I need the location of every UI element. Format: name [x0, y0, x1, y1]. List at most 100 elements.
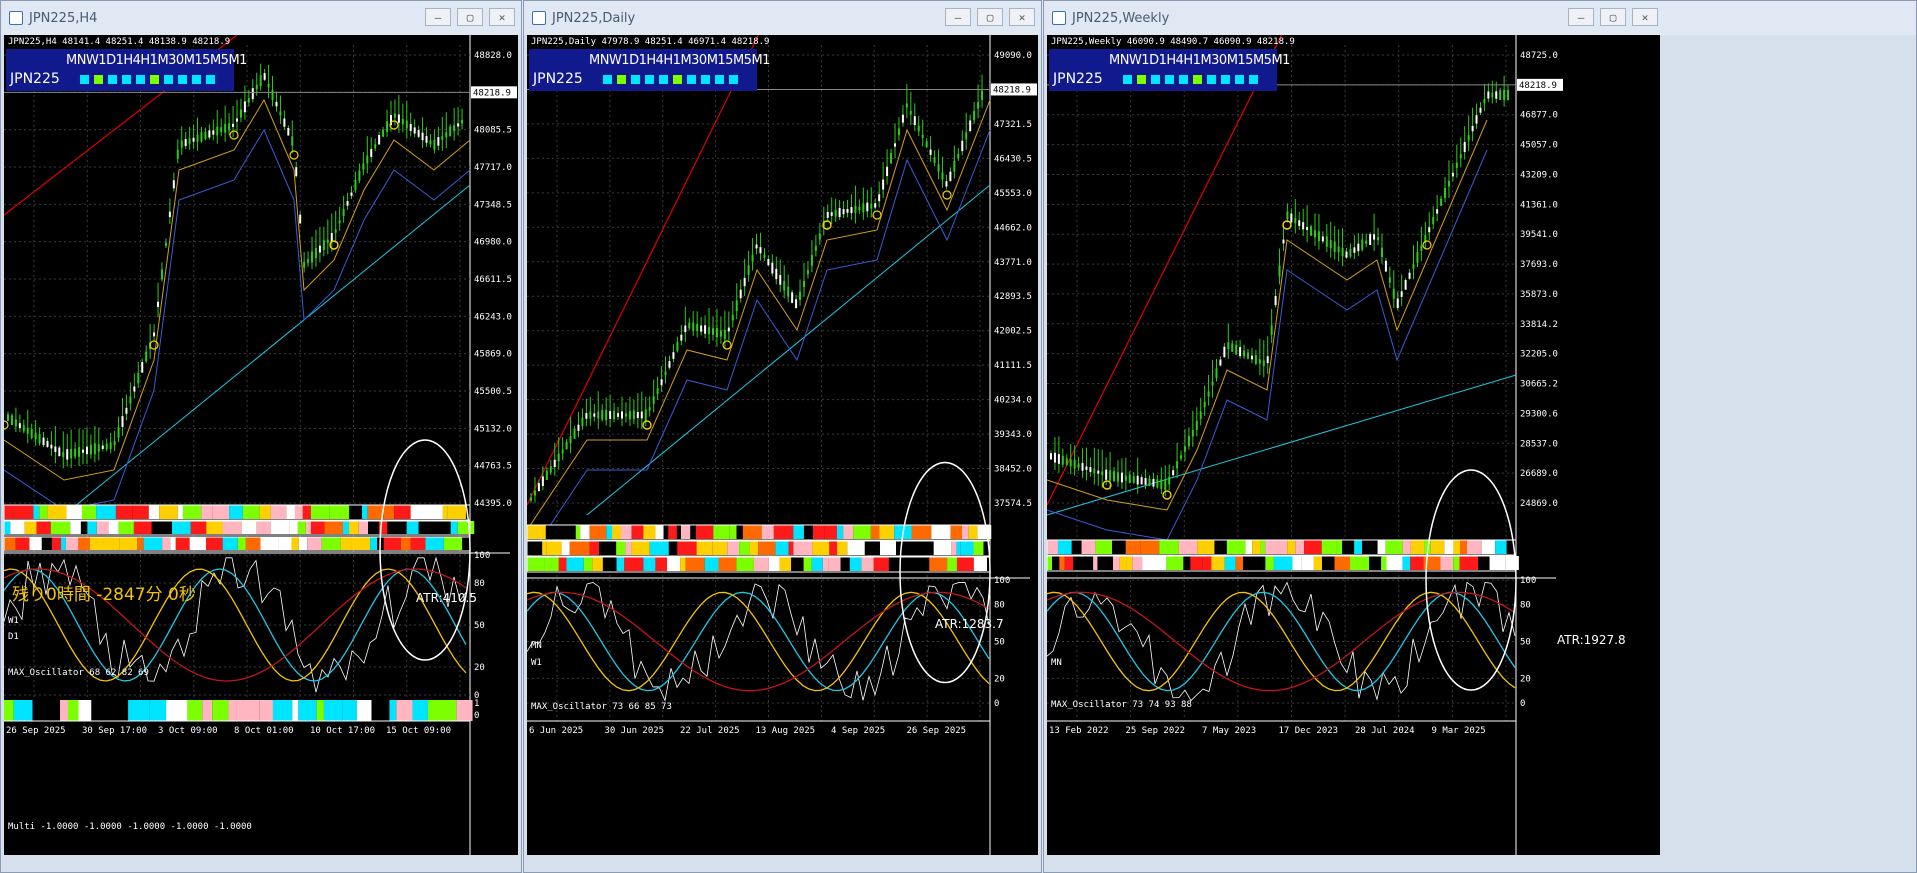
moving-average-line — [527, 99, 991, 531]
candle-body — [1325, 236, 1328, 247]
oscillator-label: MAX_Oscillator 73 66 85 73 — [531, 702, 672, 712]
multi-strip-cell — [212, 700, 229, 721]
multi-strip-cell — [78, 700, 92, 721]
candle-body — [1227, 342, 1230, 350]
candle-body — [1440, 198, 1443, 206]
trend-strip-cell — [310, 521, 325, 534]
time-tick-label: 15 Oct 09:00 — [386, 726, 451, 736]
candle-body — [1057, 454, 1060, 464]
minimize-button[interactable]: — — [425, 8, 451, 26]
trend-strip-cell — [1273, 556, 1293, 570]
trend-strip-cell — [1410, 556, 1424, 570]
close-button[interactable]: ✕ — [489, 8, 515, 26]
candle-body — [311, 251, 314, 263]
ohlc-header: JPN225,Weekly 46090.9 48490.7 46090.9 48… — [1051, 37, 1295, 47]
trend-strip-cell — [1402, 540, 1411, 554]
trend-strip-cell — [278, 537, 292, 550]
candle-body — [1483, 98, 1486, 104]
candle-body — [945, 181, 948, 187]
candle-body — [239, 109, 242, 118]
close-button[interactable]: ✕ — [1009, 8, 1035, 26]
trend-strip-cell — [1258, 556, 1266, 570]
oscillator-tick-label: 80 — [994, 601, 1005, 611]
window-titlebar[interactable]: JPN225,Daily — ▢ ✕ — [524, 1, 1041, 35]
trend-strip-cell — [358, 521, 369, 534]
candle-body — [1124, 475, 1127, 481]
timeframe-list: MNW1D1H4H1M30M15M5M1 — [66, 53, 247, 68]
oscillator-tick-label: 0 — [1520, 699, 1525, 709]
minimize-button[interactable]: — — [1568, 8, 1594, 26]
multi-strip-cell — [128, 700, 150, 721]
candle-body — [973, 110, 976, 121]
current-price-label: 48218.9 — [1519, 81, 1557, 91]
oscillator-tick-label: 50 — [474, 621, 485, 631]
candle-body — [874, 203, 877, 208]
trend-strip-cell — [107, 537, 120, 550]
candle-body — [842, 209, 845, 215]
trend-strip-cell — [41, 537, 52, 550]
minimize-button[interactable]: — — [945, 8, 971, 26]
chart-window-icon — [1052, 11, 1066, 25]
chart-window-daily[interactable]: JPN225,Daily — ▢ ✕ 49090.0 48218.9 47321.5… — [523, 0, 1042, 873]
chart-area[interactable]: 49090.0 48218.9 47321.5 46430.5 45553.0 44662… — [527, 35, 1038, 855]
maximize-button[interactable]: ▢ — [1600, 8, 1626, 26]
trend-strip-cell — [349, 521, 359, 534]
chart-area[interactable]: 48828.048459.548085.547717.047348.546980… — [4, 35, 518, 855]
trend-strip-cell — [1081, 540, 1096, 554]
trend-strip-cell — [143, 537, 163, 550]
trend-strip-cell — [177, 505, 183, 519]
candle-body — [834, 209, 837, 217]
window-titlebar[interactable]: JPN225,H4 — ▢ ✕ — [1, 1, 521, 35]
oscillator-tick-label: 20 — [1520, 674, 1531, 684]
trend-strip-cell — [289, 521, 298, 534]
candle-body — [172, 180, 175, 189]
candle-body — [656, 388, 659, 395]
trend-strip-cell — [542, 541, 547, 555]
time-tick-label: 17 Dec 2023 — [1279, 726, 1339, 736]
trend-strip-cell — [713, 525, 730, 539]
price-tick-label: 46980.0 — [474, 238, 512, 248]
chart-area[interactable]: 48725.0 48218.9 46877.0 45057.0 43209.0 41361… — [1047, 35, 1660, 855]
trend-strip-cell — [736, 525, 743, 539]
trend-strip-cell — [677, 541, 697, 555]
candle-body — [1361, 239, 1364, 251]
chart-window-weekly[interactable]: JPN225,Weekly — ▢ ✕ 48725.0 48218.9 46877.… — [1043, 0, 1917, 873]
chart-window-h4[interactable]: JPN225,H4 — ▢ ✕ 48828.048459.548085.5477… — [0, 0, 522, 873]
candle-body — [1113, 471, 1116, 482]
candle-body — [1467, 135, 1470, 141]
candle-body — [941, 172, 944, 180]
candle-body — [1120, 472, 1123, 483]
trend-strip-cell — [1140, 540, 1160, 554]
candle-body — [461, 119, 464, 124]
maximize-button[interactable]: ▢ — [457, 8, 483, 26]
candle-body — [949, 171, 952, 181]
candle-body — [925, 141, 928, 148]
candle-body — [457, 123, 460, 127]
candle-body — [739, 289, 742, 299]
candle-body — [192, 137, 195, 142]
multi-strip-cell — [298, 700, 317, 721]
trend-strip-cell — [612, 525, 622, 539]
candle-body — [50, 444, 53, 449]
multi-strip-cell — [41, 700, 61, 721]
trend-strip-cell — [1362, 540, 1378, 554]
trend-strip-cell — [643, 557, 656, 571]
current-price-label: 48218.9 — [473, 88, 511, 98]
oscillator-tick-label: 50 — [994, 638, 1005, 648]
candle-body — [1353, 247, 1356, 253]
trend-strip-cell — [624, 557, 644, 571]
trend-strip-cell — [729, 525, 737, 539]
timeframe-status-square — [192, 75, 201, 84]
candle-body — [890, 153, 893, 164]
multi-strip-cell — [396, 700, 413, 721]
trend-strip-cell — [78, 537, 90, 550]
candle-body — [228, 123, 231, 131]
maximize-button[interactable]: ▢ — [977, 8, 1003, 26]
candle-body — [176, 149, 179, 159]
trend-strip-cell — [676, 525, 681, 539]
candle-body — [1109, 470, 1112, 481]
multi-strip-cell — [272, 700, 293, 721]
close-button[interactable]: ✕ — [1632, 8, 1658, 26]
candle-body — [322, 240, 325, 250]
window-titlebar[interactable]: JPN225,Weekly — ▢ ✕ — [1044, 1, 1916, 35]
